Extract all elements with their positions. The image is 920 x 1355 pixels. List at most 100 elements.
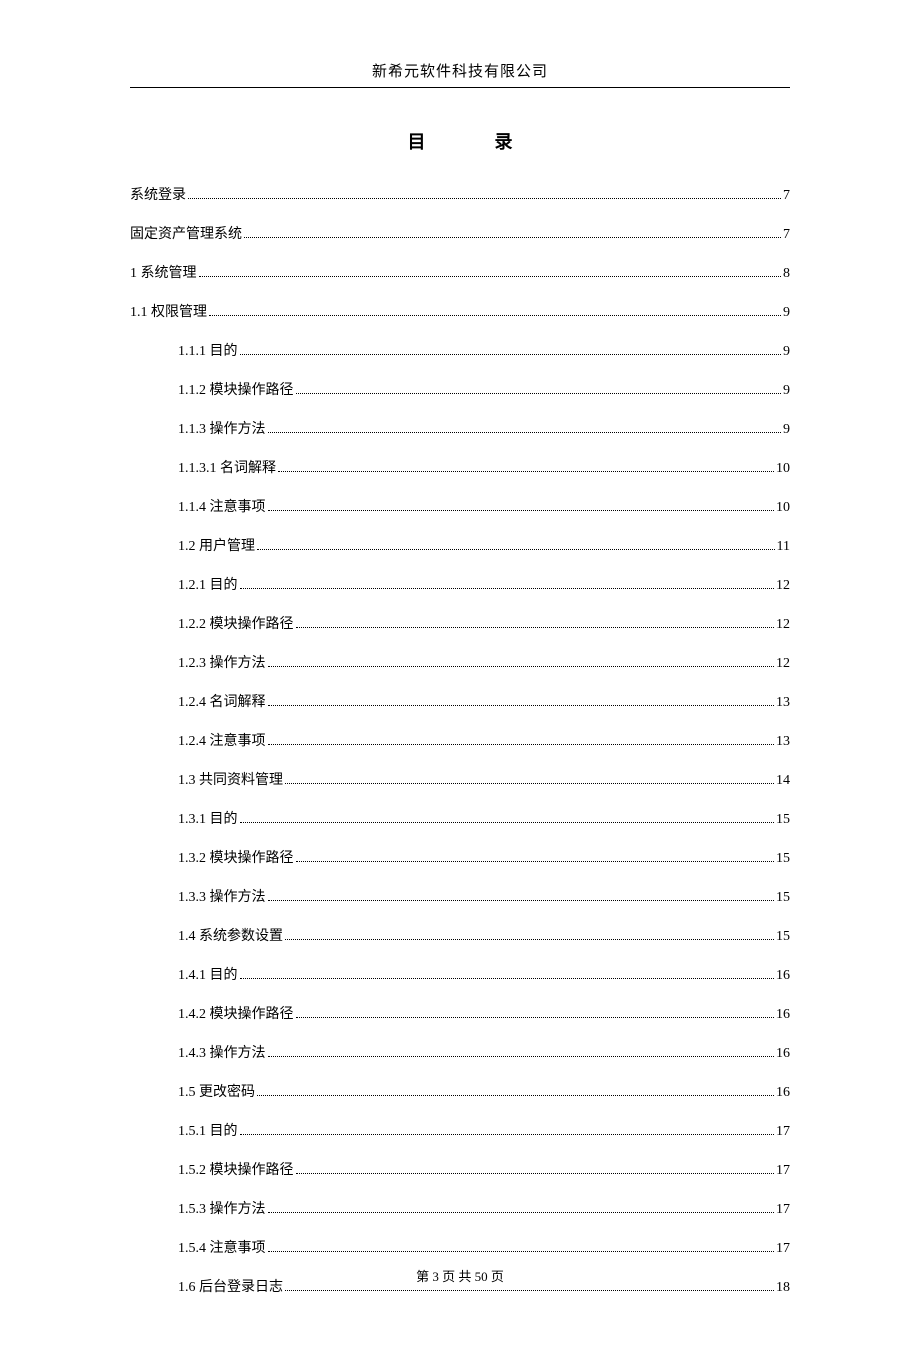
toc-leader-dots bbox=[268, 1250, 775, 1252]
toc-entry-label: 1.5.1 目的 bbox=[178, 1120, 238, 1140]
toc-entry-page: 12 bbox=[776, 656, 790, 672]
toc-entry-label: 1.2.3 操作方法 bbox=[178, 652, 266, 672]
toc-entry-page: 15 bbox=[776, 812, 790, 828]
toc-entry-page: 9 bbox=[783, 422, 790, 438]
company-name: 新希元软件科技有限公司 bbox=[372, 64, 548, 80]
toc-entry[interactable]: 系统登录 7 bbox=[130, 184, 790, 204]
toc-entry-label: 1.3.3 操作方法 bbox=[178, 886, 266, 906]
toc-entry[interactable]: 1.5.3 操作方法17 bbox=[178, 1198, 790, 1218]
title-char-2: 录 bbox=[495, 128, 513, 154]
toc-entry-label: 1.2.1 目的 bbox=[178, 574, 238, 594]
toc-entry[interactable]: 1.1.1 目的9 bbox=[178, 340, 790, 360]
toc-entry-page: 16 bbox=[776, 1085, 790, 1101]
toc-entry-label: 1.4.3 操作方法 bbox=[178, 1042, 266, 1062]
page-number: 第 3 页 共 50 页 bbox=[416, 1269, 504, 1284]
toc-entry-page: 7 bbox=[783, 188, 790, 204]
toc-leader-dots bbox=[268, 431, 782, 433]
toc-entry-page: 12 bbox=[776, 617, 790, 633]
toc-leader-dots bbox=[285, 782, 774, 784]
toc-entry[interactable]: 1.1.4 注意事项10 bbox=[178, 496, 790, 516]
toc-entry-page: 12 bbox=[776, 578, 790, 594]
toc-leader-dots bbox=[285, 938, 774, 940]
toc-entry[interactable]: 1.3.3 操作方法 15 bbox=[178, 886, 790, 906]
toc-entry[interactable]: 1.4 系统参数设置15 bbox=[178, 925, 790, 945]
toc-entry[interactable]: 1.1 权限管理9 bbox=[130, 301, 790, 321]
toc-leader-dots bbox=[240, 977, 775, 979]
toc-entry-label: 1 系统管理 bbox=[130, 262, 197, 282]
toc-entry[interactable]: 1.5 更改密码 16 bbox=[178, 1081, 790, 1101]
toc-entry-label: 1.1.3 操作方法 bbox=[178, 418, 266, 438]
toc-entry[interactable]: 1.2.4 注意事项13 bbox=[178, 730, 790, 750]
toc-leader-dots bbox=[268, 899, 775, 901]
toc-entry-page: 16 bbox=[776, 968, 790, 984]
toc-leader-dots bbox=[268, 704, 775, 706]
toc-leader-dots bbox=[285, 1289, 774, 1291]
toc-entry[interactable]: 1.5.1 目的 17 bbox=[178, 1120, 790, 1140]
toc-entry-label: 1.2 用户管理 bbox=[178, 535, 255, 555]
toc-entry-label: 1.2.4 注意事项 bbox=[178, 730, 266, 750]
toc-leader-dots bbox=[296, 860, 775, 862]
toc-entry-label: 1.5 更改密码 bbox=[178, 1081, 255, 1101]
toc-entry[interactable]: 固定资产管理系统7 bbox=[130, 223, 790, 243]
toc-entry-page: 15 bbox=[776, 851, 790, 867]
toc-entry-label: 1.5.4 注意事项 bbox=[178, 1237, 266, 1257]
toc-title: 目 录 bbox=[130, 128, 790, 154]
toc-entry[interactable]: 1.5.2 模块操作路径17 bbox=[178, 1159, 790, 1179]
toc-leader-dots bbox=[240, 353, 782, 355]
toc-leader-dots bbox=[209, 314, 781, 316]
toc-entry[interactable]: 1.2.1 目的 12 bbox=[178, 574, 790, 594]
page-footer: 第 3 页 共 50 页 bbox=[0, 1266, 920, 1285]
toc-entry-page: 15 bbox=[776, 890, 790, 906]
toc-leader-dots bbox=[268, 665, 775, 667]
toc-entry[interactable]: 1.1.3 操作方法 9 bbox=[178, 418, 790, 438]
toc-entry-label: 1.4.2 模块操作路径 bbox=[178, 1003, 294, 1023]
toc-leader-dots bbox=[268, 509, 775, 511]
toc-entry[interactable]: 1.1.2 模块操作路径9 bbox=[178, 379, 790, 399]
toc-entry-label: 1.1.1 目的 bbox=[178, 340, 238, 360]
toc-entry-page: 10 bbox=[776, 461, 790, 477]
toc-entry[interactable]: 1.4.3 操作方法16 bbox=[178, 1042, 790, 1062]
toc-leader-dots bbox=[296, 1172, 775, 1174]
toc-entry[interactable]: 1.4.2 模块操作路径 16 bbox=[178, 1003, 790, 1023]
toc-entry-label: 1.5.2 模块操作路径 bbox=[178, 1159, 294, 1179]
toc-entry-page: 11 bbox=[777, 539, 790, 555]
toc-entry[interactable]: 1.1.3.1 名词解释 10 bbox=[178, 457, 790, 477]
toc-leader-dots bbox=[199, 275, 782, 277]
toc-entry[interactable]: 1.2.3 操作方法 12 bbox=[178, 652, 790, 672]
toc-entry-page: 14 bbox=[776, 773, 790, 789]
toc-entry-page: 17 bbox=[776, 1124, 790, 1140]
toc-entry-label: 1.4.1 目的 bbox=[178, 964, 238, 984]
toc-entry[interactable]: 1.3 共同资料管理 14 bbox=[178, 769, 790, 789]
toc-leader-dots bbox=[278, 470, 774, 472]
toc-leader-dots bbox=[257, 1094, 774, 1096]
toc-leader-dots bbox=[268, 743, 775, 745]
toc-leader-dots bbox=[257, 548, 775, 550]
toc-entry[interactable]: 1.2.2 模块操作路径12 bbox=[178, 613, 790, 633]
toc-leader-dots bbox=[296, 1016, 775, 1018]
toc-entry[interactable]: 1.4.1 目的 16 bbox=[178, 964, 790, 984]
toc-entry-label: 1.3.2 模块操作路径 bbox=[178, 847, 294, 867]
toc-entry-page: 16 bbox=[776, 1007, 790, 1023]
toc-entry-page: 17 bbox=[776, 1202, 790, 1218]
toc-leader-dots bbox=[240, 821, 775, 823]
toc-entry-label: 1.3.1 目的 bbox=[178, 808, 238, 828]
toc-entry[interactable]: 1.3.1 目的 15 bbox=[178, 808, 790, 828]
toc-entry-page: 13 bbox=[776, 695, 790, 711]
toc-entry-page: 17 bbox=[776, 1241, 790, 1257]
page-header: 新希元软件科技有限公司 bbox=[130, 60, 790, 88]
toc-entry[interactable]: 1.2.4 名词解释13 bbox=[178, 691, 790, 711]
toc-leader-dots bbox=[240, 1133, 775, 1135]
toc-entry-page: 8 bbox=[783, 266, 790, 282]
toc-leader-dots bbox=[244, 236, 781, 238]
toc-entry-label: 固定资产管理系统 bbox=[130, 223, 242, 243]
toc-leader-dots bbox=[240, 587, 775, 589]
toc-entry[interactable]: 1.5.4 注意事项 17 bbox=[178, 1237, 790, 1257]
toc-leader-dots bbox=[268, 1055, 775, 1057]
toc-entry[interactable]: 1 系统管理 8 bbox=[130, 262, 790, 282]
toc-entry[interactable]: 1.2 用户管理 11 bbox=[178, 535, 790, 555]
toc-entry-label: 1.3 共同资料管理 bbox=[178, 769, 283, 789]
toc-entry-label: 1.1.3.1 名词解释 bbox=[178, 457, 276, 477]
toc-leader-dots bbox=[268, 1211, 775, 1213]
toc-entry[interactable]: 1.3.2 模块操作路径 15 bbox=[178, 847, 790, 867]
toc-entry-label: 系统登录 bbox=[130, 184, 186, 204]
